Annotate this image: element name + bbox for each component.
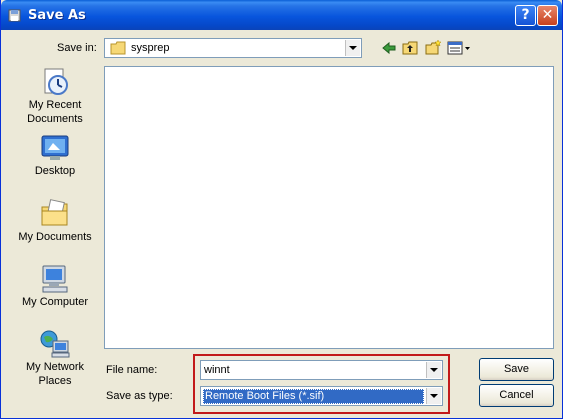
save-as-dialog: Save As ? ✕ Save in: sysprep My Recent D…	[0, 0, 563, 419]
place-label: My Network	[25, 361, 85, 373]
place-desktop[interactable]: Desktop	[15, 132, 95, 178]
place-label: My Recent	[28, 99, 82, 111]
chevron-down-icon[interactable]	[426, 388, 441, 404]
save-in-label: Save in:	[57, 42, 97, 54]
save-in-dropdown[interactable]: sysprep	[104, 38, 362, 58]
recent-documents-icon	[44, 68, 68, 95]
place-my-documents[interactable]: My Documents	[15, 198, 95, 244]
place-label: Desktop	[34, 165, 76, 177]
save-as-type-label: Save as type:	[106, 390, 173, 402]
place-label: My Computer	[21, 296, 89, 308]
chevron-down-icon[interactable]	[426, 362, 441, 378]
save-as-type-dropdown[interactable]: Remote Boot Files (*.sif)	[200, 386, 443, 406]
save-button[interactable]: Save	[479, 358, 554, 381]
up-folder-icon[interactable]	[401, 39, 419, 57]
place-label: My Documents	[18, 231, 92, 243]
save-as-type-value: Remote Boot Files (*.sif)	[203, 389, 424, 404]
folder-icon	[110, 41, 126, 55]
place-label: Documents	[27, 113, 83, 125]
file-name-input[interactable]: winnt	[200, 360, 443, 380]
back-arrow-icon[interactable]	[380, 39, 398, 57]
file-name-value: winnt	[204, 364, 230, 376]
cancel-button[interactable]: Cancel	[479, 384, 554, 407]
network-places-icon	[40, 330, 70, 358]
title-bar[interactable]: Save As ? ✕	[1, 0, 562, 30]
desktop-icon	[41, 135, 69, 160]
chevron-down-icon[interactable]	[345, 40, 360, 56]
window-title: Save As	[28, 8, 86, 23]
view-menu-icon[interactable]	[447, 39, 471, 57]
place-my-computer[interactable]: My Computer	[15, 263, 95, 309]
my-computer-icon	[42, 265, 68, 293]
save-as-icon	[8, 9, 21, 22]
help-button[interactable]: ?	[515, 5, 536, 26]
new-folder-icon[interactable]	[424, 39, 442, 57]
file-name-label: File name:	[106, 364, 158, 376]
file-list[interactable]	[104, 66, 554, 349]
place-my-recent-documents[interactable]: My Recent Documents	[15, 66, 95, 126]
place-label: Places	[38, 375, 72, 387]
save-in-folder-name: sysprep	[131, 42, 170, 54]
places-bar: My Recent Documents Desktop My Documents	[15, 62, 95, 402]
my-documents-icon	[41, 199, 68, 226]
place-my-network-places[interactable]: My Network Places	[15, 328, 95, 388]
close-button[interactable]: ✕	[537, 5, 558, 26]
